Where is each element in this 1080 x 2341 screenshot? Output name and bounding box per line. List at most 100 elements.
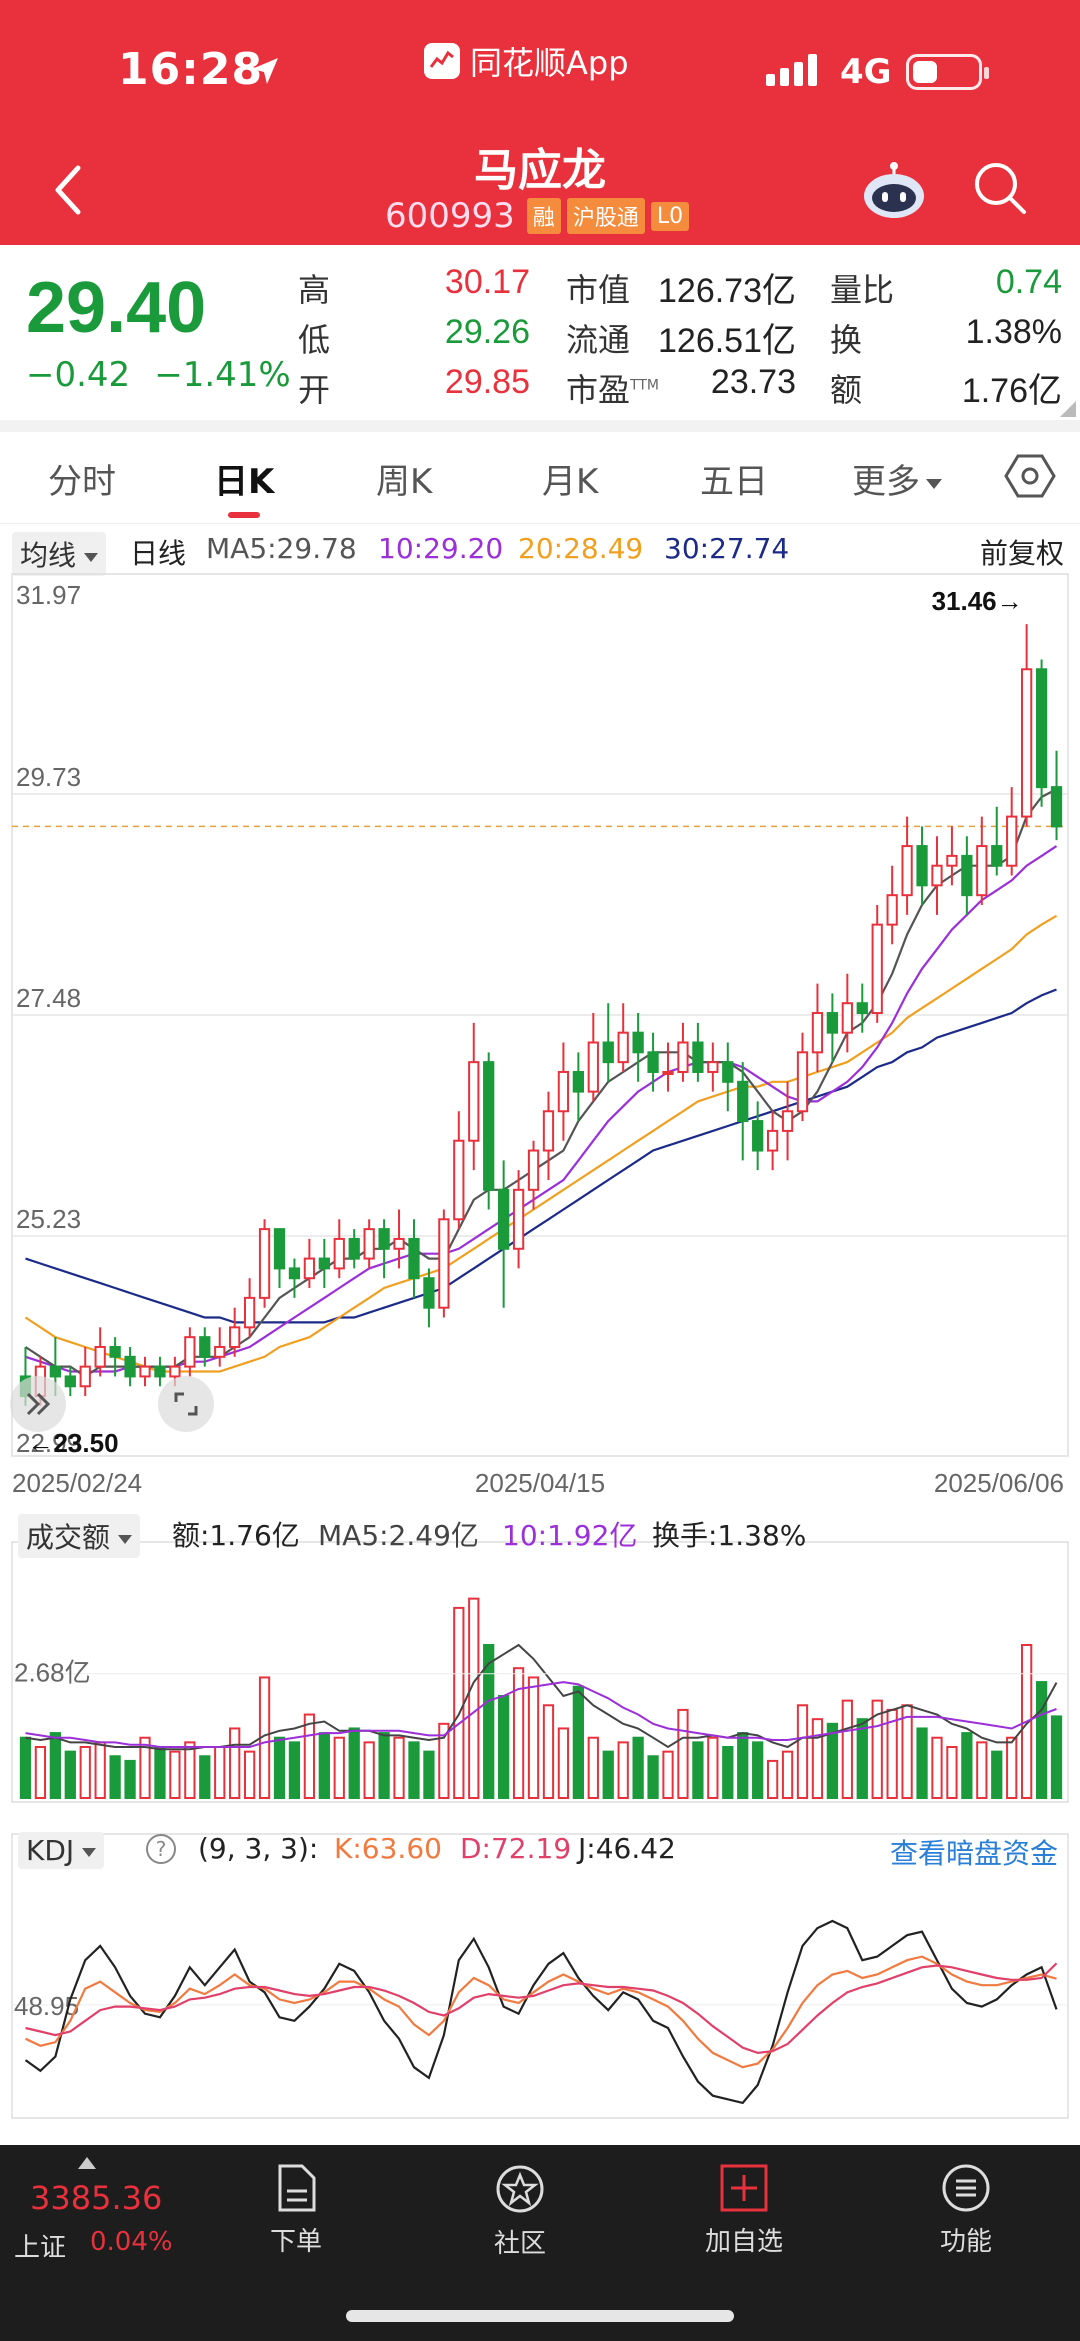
- candle-up: [707, 1061, 719, 1073]
- candle-down: [124, 1355, 136, 1378]
- candle-up: [766, 1129, 779, 1152]
- float-value: 126.51亿: [658, 322, 796, 360]
- volume-bar-up: [766, 1759, 779, 1799]
- volume-bar-up: [542, 1704, 555, 1799]
- nav-community[interactable]: 社区: [460, 2163, 580, 2260]
- candle-down: [408, 1237, 420, 1280]
- high-value: 30.17: [444, 263, 530, 301]
- volume-bar-down: [856, 1718, 868, 1799]
- kdj-legend-row: KDJ ? (9, 3, 3): K:63.60 D:72.19 J:46.42…: [0, 1828, 1080, 1872]
- help-icon[interactable]: ?: [146, 1834, 176, 1864]
- candle-down: [961, 854, 973, 897]
- nav-add-watchlist-label: 加自选: [704, 2227, 783, 2257]
- candle-up: [214, 1345, 226, 1358]
- volume-turnover: 换手:1.38%: [652, 1519, 807, 1552]
- quote-panel: 29.40 −0.42 −1.41% 高 30.17 低 29.26 开 29.…: [0, 245, 1080, 420]
- candle-up: [527, 1149, 540, 1191]
- volume-bar-down: [378, 1732, 390, 1800]
- volume-indicator-selector[interactable]: 成交额: [18, 1514, 141, 1558]
- tab-intraday[interactable]: 分时: [48, 454, 116, 503]
- candle-down: [1050, 786, 1063, 828]
- pe-value: 23.73: [710, 363, 796, 401]
- home-indicator: [346, 2310, 734, 2322]
- ai-assistant-robot-icon[interactable]: [862, 160, 926, 220]
- candle-down: [64, 1375, 76, 1388]
- ma20-line: [24, 914, 1058, 1373]
- turnover-label: 换: [830, 321, 863, 359]
- volume-bar-up: [811, 1718, 824, 1799]
- kdj-d-value: D:72.19: [460, 1832, 572, 1865]
- tab-five-day[interactable]: 五日: [700, 454, 768, 503]
- candle-down: [991, 845, 1003, 867]
- volume-bar-up: [587, 1736, 599, 1800]
- candle-up: [438, 1218, 450, 1309]
- volume-bar-up: [34, 1746, 47, 1799]
- dark-pool-funds-link[interactable]: 查看暗盘资金: [890, 1832, 1058, 1872]
- nav-add-watchlist[interactable]: 加自选: [684, 2163, 804, 2258]
- volume-bar-down: [961, 1732, 973, 1800]
- signal-icon: [766, 54, 817, 86]
- open-value: 29.85: [444, 363, 530, 401]
- double-chevron-icon: [26, 1392, 51, 1416]
- candle-up: [363, 1228, 375, 1260]
- tab-daily-k[interactable]: 日K: [214, 454, 274, 503]
- kdj-indicator-selector[interactable]: KDJ: [18, 1832, 105, 1869]
- expand-history-button[interactable]: [10, 1376, 66, 1432]
- index-value[interactable]: 3385.36: [30, 2179, 162, 2217]
- add-watchlist-icon: [720, 2164, 768, 2212]
- nav-community-label: 社区: [493, 2229, 546, 2259]
- tab-weekly-k[interactable]: 周K: [376, 454, 432, 503]
- candle-up: [303, 1257, 316, 1280]
- volume-bar-up: [931, 1736, 943, 1800]
- volume-ma5: MA5:2.49亿: [318, 1519, 479, 1552]
- candle-down: [632, 1031, 644, 1054]
- volume-bar-up: [303, 1713, 316, 1799]
- candle-up: [781, 1110, 794, 1132]
- nav-functions[interactable]: 功能: [906, 2163, 1026, 2258]
- high-label: 高: [298, 271, 331, 309]
- fullscreen-button[interactable]: [158, 1376, 214, 1432]
- change-percent: −1.41%: [154, 355, 291, 395]
- nav-place-order[interactable]: 下单: [236, 2163, 356, 2258]
- amount-value: 1.76亿: [961, 372, 1062, 410]
- stock-code: 600993: [385, 196, 515, 236]
- candle-up: [931, 864, 943, 887]
- low-label: 低: [298, 321, 331, 359]
- candle-down: [916, 845, 928, 887]
- order-document-icon: [278, 2164, 316, 2212]
- volume-bar-down: [19, 1736, 32, 1800]
- volume-bar-down: [1050, 1715, 1063, 1800]
- candle-down: [722, 1061, 734, 1083]
- chevron-down-icon: [118, 1534, 133, 1544]
- source-app-name: 同花顺App: [470, 44, 629, 82]
- expand-corner-icon[interactable]: [1060, 401, 1076, 417]
- candle-down: [737, 1080, 749, 1123]
- kline-chart[interactable]: 31.9729.7327.4825.2322.9931.46→←23.50202…: [0, 560, 1080, 2140]
- tab-more[interactable]: 更多: [852, 454, 942, 503]
- candle-up: [677, 1041, 689, 1073]
- volume-bar-up: [946, 1746, 958, 1799]
- candle-down: [348, 1237, 360, 1260]
- candle-down: [154, 1365, 166, 1378]
- volume-bar-down: [154, 1746, 166, 1799]
- chart-settings-hexagon-icon[interactable]: [1004, 450, 1056, 502]
- volume-bar-down: [273, 1736, 286, 1800]
- margin-tag: 融: [526, 198, 561, 234]
- low-value: 29.26: [444, 313, 530, 351]
- index-change-pct: 0.04%: [90, 2227, 173, 2257]
- source-app-chip[interactable]: 同花顺App: [424, 38, 629, 84]
- tab-monthly-k[interactable]: 月K: [542, 454, 598, 503]
- candle-down: [602, 1041, 614, 1064]
- menu-circle-icon: [942, 2164, 990, 2212]
- candle-up: [886, 894, 898, 926]
- volume-bar-down: [64, 1750, 76, 1799]
- search-icon[interactable]: [972, 160, 1028, 216]
- volume-bar-down: [288, 1741, 301, 1800]
- volume-bar-down: [124, 1759, 136, 1799]
- candle-up: [811, 1012, 824, 1054]
- volume-bar-up: [557, 1727, 570, 1800]
- date-axis-label: 2025/02/24: [12, 1468, 142, 1498]
- volume-bar-down: [318, 1732, 330, 1800]
- volume-bar-down: [498, 1695, 510, 1799]
- chevron-down-icon: [82, 1847, 97, 1857]
